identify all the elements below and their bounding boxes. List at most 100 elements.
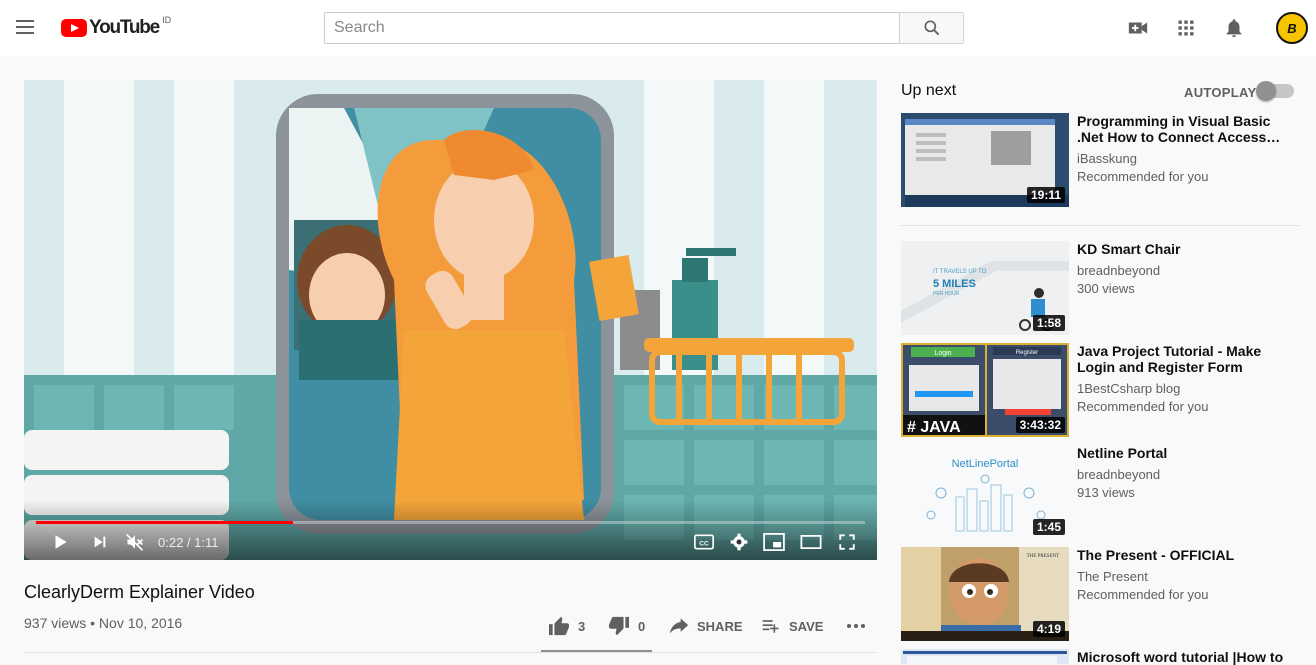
list-item[interactable]: IT TRAVELS UP TO 5 MILES PER HOUR 1:58 K… [901, 241, 1301, 335]
svg-text:CC: CC [699, 540, 709, 547]
apps-grid-icon [1178, 20, 1194, 36]
progress-bar[interactable] [36, 521, 865, 524]
progress-fill [36, 521, 293, 524]
list-item[interactable]: NetLinePortal 1:45 Netline Portal breadn… [901, 445, 1301, 539]
logo-text: YouTube [89, 17, 160, 38]
avatar-letter: B [1287, 20, 1297, 36]
next-button[interactable] [88, 530, 112, 554]
play-button[interactable] [48, 530, 72, 554]
youtube-logo[interactable]: YouTube ID [61, 15, 172, 40]
settings-button[interactable] [727, 530, 751, 554]
list-item[interactable]: Microsoft word tutorial |How to [901, 649, 1301, 665]
video-thumbnail[interactable]: NetLinePortal 1:45 [901, 445, 1069, 539]
play-icon [55, 535, 67, 549]
mute-button[interactable] [123, 530, 147, 554]
playlist-add-icon [762, 620, 779, 633]
video-thumbnail[interactable]: THE PRESENT 4:19 [901, 547, 1069, 641]
share-button[interactable]: SHARE [669, 614, 743, 638]
section-divider [901, 225, 1300, 226]
toggle-knob [1256, 81, 1276, 101]
apps-button[interactable] [1174, 16, 1198, 40]
list-item[interactable]: THE PRESENT 4:19 The Present - OFFICIAL … [901, 547, 1301, 641]
video-camera-icon [1128, 22, 1148, 34]
save-button[interactable]: SAVE [761, 614, 823, 638]
create-video-button[interactable] [1126, 16, 1150, 40]
channel-name[interactable]: 1BestCsharp blog [1077, 381, 1180, 396]
video-meta: Recommended for you [1077, 169, 1209, 184]
bell-icon [1226, 19, 1242, 38]
video-title[interactable]: Programming in Visual Basic .Net How to … [1077, 113, 1287, 145]
thumb-headline: 5 MILES [933, 278, 976, 290]
like-button[interactable]: 3 [548, 614, 585, 638]
info-divider [24, 652, 877, 653]
like-count: 3 [578, 618, 586, 634]
miniplayer-icon [763, 533, 785, 551]
more-actions-button[interactable] [846, 614, 874, 638]
thumb-present-label: THE PRESENT [1027, 554, 1060, 559]
thumbs-up-icon [549, 616, 569, 636]
duration-badge: 1:58 [1032, 315, 1065, 331]
thumbnail-image [901, 649, 1069, 664]
country-code: ID [162, 15, 172, 25]
video-meta: Recommended for you [1077, 587, 1209, 602]
duration-badge: 19:11 [1026, 187, 1065, 203]
thumb-caption: IT TRAVELS UP TO [933, 269, 987, 275]
video-thumbnail[interactable]: Login Register # JAVA 3:43:32 [901, 343, 1069, 437]
masthead: YouTube ID B [0, 0, 1316, 56]
video-title[interactable]: Microsoft word tutorial |How to [1077, 649, 1287, 665]
list-item[interactable]: 19:11 Programming in Visual Basic .Net H… [901, 113, 1301, 207]
duration-badge: 4:19 [1032, 621, 1065, 637]
thumbs-down-icon [609, 616, 629, 636]
skip-next-icon [94, 536, 106, 548]
miniplayer-button[interactable] [762, 530, 786, 554]
video-title[interactable]: KD Smart Chair [1077, 241, 1287, 257]
video-meta: Recommended for you [1077, 399, 1209, 414]
dislike-count: 0 [638, 618, 646, 634]
video-title[interactable]: The Present - OFFICIAL [1077, 547, 1287, 563]
video-thumbnail[interactable] [901, 649, 1069, 664]
thumb-register-label: Register [1016, 350, 1038, 356]
autoplay-toggle[interactable] [1256, 81, 1294, 101]
captions-icon: CC [694, 534, 714, 550]
video-meta: 937 views • Nov 10, 2016 [24, 615, 183, 631]
search-icon [924, 20, 939, 36]
thumb-subcaption: PER HOUR [933, 291, 960, 297]
video-meta: 913 views [1077, 485, 1135, 500]
save-label: SAVE [789, 618, 824, 634]
menu-icon[interactable] [13, 16, 37, 40]
theater-icon [800, 535, 822, 549]
channel-name[interactable]: breadnbeyond [1077, 467, 1160, 482]
avatar[interactable]: B [1276, 12, 1308, 44]
time-display: 0:22 / 1:11 [158, 535, 219, 550]
duration-badge: 1:45 [1032, 519, 1065, 535]
fullscreen-button[interactable] [835, 530, 859, 554]
list-item[interactable]: Login Register # JAVA 3:43:32 Java Proje… [901, 343, 1301, 437]
notifications-button[interactable] [1222, 16, 1246, 40]
volume-muted-icon [126, 533, 144, 551]
dislike-button[interactable]: 0 [608, 614, 645, 638]
more-icon [847, 624, 865, 628]
video-title[interactable]: Netline Portal [1077, 445, 1287, 461]
captions-button[interactable]: CC [692, 530, 716, 554]
video-title[interactable]: Java Project Tutorial - Make Login and R… [1077, 343, 1287, 375]
channel-name[interactable]: breadnbeyond [1077, 263, 1160, 278]
settings-icon [730, 533, 748, 551]
search-input[interactable] [325, 13, 899, 43]
video-thumbnail[interactable]: IT TRAVELS UP TO 5 MILES PER HOUR 1:58 [901, 241, 1069, 335]
thumb-java-label: # JAVA [907, 419, 961, 436]
thumb-login-label: Login [934, 350, 951, 357]
video-thumbnail[interactable]: 19:11 [901, 113, 1069, 207]
thumb-netline-label: NetLinePortal [952, 458, 1019, 470]
channel-name[interactable]: The Present [1077, 569, 1148, 584]
search-button[interactable] [899, 12, 964, 44]
video-frame-illustration [24, 80, 877, 560]
channel-name[interactable]: iBasskung [1077, 151, 1137, 166]
search-box [324, 12, 900, 44]
autoplay-label: AUTOPLAY [1184, 85, 1257, 100]
fullscreen-icon [839, 534, 855, 550]
share-label: SHARE [697, 618, 743, 634]
duration-badge: 3:43:32 [1015, 417, 1065, 433]
up-next-heading: Up next [901, 82, 957, 99]
video-player[interactable]: 0:22 / 1:11 CC [24, 80, 877, 560]
theater-mode-button[interactable] [799, 530, 823, 554]
